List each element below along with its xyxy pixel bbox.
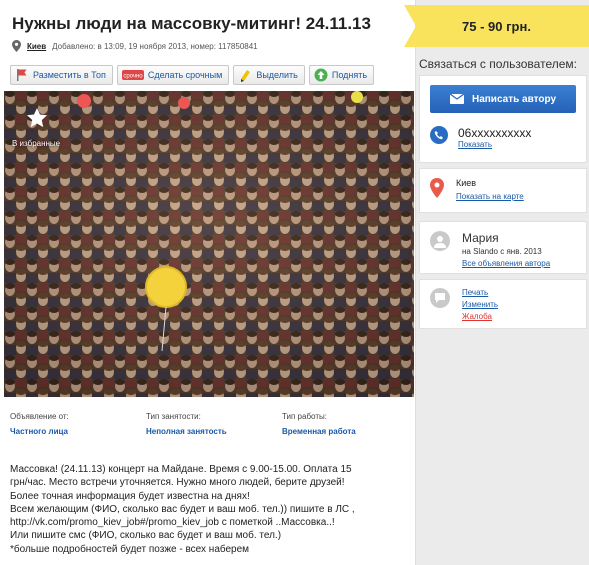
show-on-map-link[interactable]: Показать на карте bbox=[456, 192, 524, 201]
location-box: Киев Показать на карте bbox=[419, 168, 587, 213]
map-pin-icon bbox=[430, 178, 444, 198]
write-author-label: Написать автору bbox=[471, 93, 557, 105]
ad-city-link[interactable]: Киев bbox=[27, 42, 46, 51]
ad-meta: Киев Добавлено: в 13:09, 19 ноября 2013,… bbox=[12, 40, 258, 52]
user-name: Мария bbox=[462, 231, 499, 245]
crowd-photo-image bbox=[4, 91, 414, 397]
param-seller-type: Объявление от: Частного лица bbox=[10, 412, 146, 436]
param-value-link[interactable]: Неполная занятость bbox=[146, 427, 282, 436]
user-box: Мария на Slando с янв. 2013 Все объявлен… bbox=[419, 221, 587, 274]
highlight-button[interactable]: Выделить bbox=[233, 65, 305, 85]
location-city: Киев bbox=[456, 178, 477, 188]
favorite-star-icon[interactable] bbox=[26, 107, 48, 129]
urgent-badge: срочно bbox=[123, 74, 143, 80]
param-value-link[interactable]: Временная работа bbox=[282, 427, 418, 436]
show-phone-link[interactable]: Показать bbox=[458, 140, 531, 149]
flag-icon bbox=[17, 69, 27, 81]
ad-photo[interactable] bbox=[4, 91, 414, 397]
edit-link[interactable]: Изменить bbox=[462, 300, 498, 310]
contact-box: Написать автору 06xxxxxxxxxx Показать bbox=[419, 75, 587, 163]
add-to-favorites-link[interactable]: В избранные bbox=[12, 139, 60, 148]
ad-description: Массовка! (24.11.13) концерт на Майдане.… bbox=[10, 464, 355, 555]
promo-actions: Разместить в Топ срочно Сделать срочным … bbox=[10, 65, 375, 85]
param-label: Объявление от: bbox=[10, 412, 69, 421]
param-label: Тип занятости: bbox=[146, 412, 201, 421]
promote-top-label: Разместить в Топ bbox=[33, 70, 106, 80]
ad-title: Нужны люди на массовку-митинг! 24.11.13 bbox=[12, 14, 371, 33]
highlighter-icon bbox=[241, 70, 251, 82]
param-employment-type: Тип занятости: Неполная занятость bbox=[146, 412, 282, 436]
param-work-type: Тип работы: Временная работа bbox=[282, 412, 418, 436]
param-value-link[interactable]: Частного лица bbox=[10, 427, 146, 436]
location-row: Киев Показать на карте bbox=[430, 178, 524, 201]
phone-row: 06xxxxxxxxxx Показать bbox=[430, 126, 531, 149]
print-link[interactable]: Печать bbox=[462, 288, 498, 298]
contact-heading: Связаться с пользователем: bbox=[419, 57, 577, 71]
ad-params: Объявление от: Частного лица Тип занятос… bbox=[10, 412, 418, 436]
complaint-link[interactable]: Жалоба bbox=[462, 312, 498, 322]
user-all-ads-link[interactable]: Все объявления автора bbox=[462, 259, 550, 268]
highlight-label: Выделить bbox=[256, 70, 298, 80]
ad-main-panel: Нужны люди на массовку-митинг! 24.11.13 … bbox=[0, 0, 416, 565]
misc-actions-box: Печать Изменить Жалоба bbox=[419, 279, 587, 329]
write-author-button[interactable]: Написать автору bbox=[430, 85, 576, 113]
arrow-up-icon bbox=[314, 68, 328, 82]
price-tag: 75 - 90 грн. bbox=[404, 5, 589, 47]
make-urgent-label: Сделать срочным bbox=[147, 70, 223, 80]
promote-top-button[interactable]: Разместить в Топ bbox=[10, 65, 113, 85]
make-urgent-button[interactable]: срочно Сделать срочным bbox=[116, 65, 230, 85]
bump-button[interactable]: Поднять bbox=[308, 65, 375, 85]
phone-number: 06xxxxxxxxxx bbox=[458, 126, 532, 140]
misc-row: Печать Изменить Жалоба bbox=[430, 288, 498, 324]
urgent-icon: срочно bbox=[121, 70, 144, 80]
bump-label: Поднять bbox=[331, 70, 368, 80]
speech-bubble-icon bbox=[430, 288, 450, 308]
phone-icon bbox=[430, 126, 448, 144]
param-label: Тип работы: bbox=[282, 412, 327, 421]
user-avatar-icon bbox=[430, 231, 450, 251]
user-since: на Slando с янв. 2013 bbox=[462, 247, 542, 256]
envelope-icon bbox=[449, 94, 464, 104]
location-pin-icon bbox=[12, 40, 21, 52]
ad-posted-info: Добавлено: в 13:09, 19 ноября 2013, номе… bbox=[52, 41, 258, 51]
user-row: Мария на Slando с янв. 2013 Все объявлен… bbox=[430, 231, 550, 268]
